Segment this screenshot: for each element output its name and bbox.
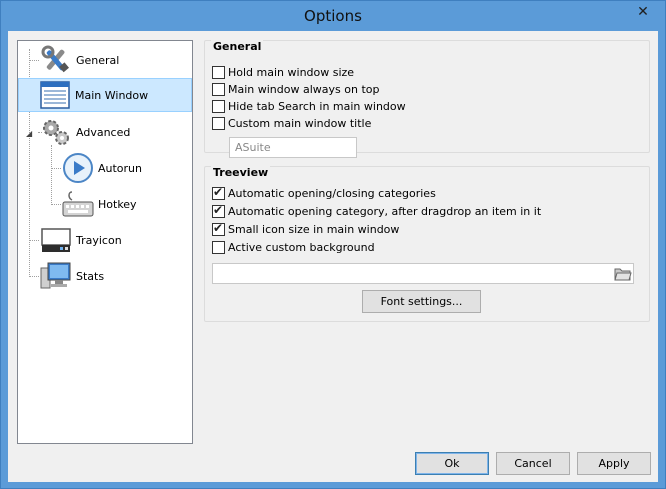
- close-icon: ✕: [637, 4, 649, 20]
- keyboard-icon: [62, 188, 94, 220]
- treeview-group-title: Treeview: [211, 166, 271, 179]
- monitor-icon: [40, 260, 72, 292]
- tree-connector-line: [29, 60, 39, 61]
- option-label: Small icon size in main window: [228, 222, 400, 236]
- tree-item-hotkey[interactable]: Hotkey: [62, 187, 190, 221]
- tree-item-label: Stats: [76, 269, 105, 283]
- tree-item-label: Autorun: [98, 161, 143, 175]
- tree-connector-line: [51, 168, 61, 169]
- treeview-group: Treeview Automatic opening/closing categ…: [204, 166, 650, 322]
- custom-window-title-option[interactable]: Custom main window title: [212, 115, 371, 131]
- option-label: Custom main window title: [228, 116, 372, 130]
- dialog-body: ◢ General Main Window Advanced Autorun H…: [8, 31, 658, 482]
- small-icon-size-option[interactable]: Small icon size in main window: [212, 221, 399, 237]
- tree-connector-line: [29, 276, 39, 277]
- tree-item-stats[interactable]: Stats: [40, 259, 190, 293]
- title-bar[interactable]: Options ✕: [1, 1, 665, 31]
- tree-item-label: Main Window: [75, 88, 149, 102]
- tree-item-label: General: [76, 53, 120, 67]
- tree-item-trayicon[interactable]: Trayicon: [40, 223, 190, 257]
- general-group-title: General: [211, 40, 264, 53]
- cancel-button[interactable]: Cancel: [496, 452, 570, 475]
- tree-item-label: Advanced: [76, 125, 131, 139]
- custom-background-option[interactable]: Active custom background: [212, 239, 375, 255]
- window-title-input[interactable]: ASuite: [229, 137, 357, 158]
- hide-tab-search-option[interactable]: Hide tab Search in main window: [212, 98, 406, 114]
- tree-item-general[interactable]: General: [40, 43, 190, 77]
- ok-button[interactable]: Ok: [415, 452, 489, 475]
- options-tree: ◢ General Main Window Advanced Autorun H…: [17, 40, 193, 444]
- window-title: Options: [304, 7, 362, 25]
- background-path-input[interactable]: [212, 263, 634, 284]
- checkbox[interactable]: [212, 116, 225, 130]
- folder-open-icon[interactable]: [614, 265, 632, 282]
- window-icon: [39, 79, 71, 111]
- tree-item-label: Trayicon: [76, 233, 122, 247]
- general-group: General Hold main window size Main windo…: [204, 40, 650, 158]
- option-label: Automatic opening category, after dragdr…: [228, 204, 542, 218]
- tools-icon: [40, 44, 72, 76]
- auto-open-close-categories-option[interactable]: Automatic opening/closing categories: [212, 185, 436, 201]
- checkbox[interactable]: [212, 65, 225, 79]
- hold-main-window-size-option[interactable]: Hold main window size: [212, 64, 354, 80]
- play-icon: [62, 152, 94, 184]
- expand-arrow-icon[interactable]: ◢: [26, 129, 32, 138]
- gears-icon: [40, 116, 72, 148]
- tray-icon: [40, 224, 72, 256]
- option-label: Hold main window size: [228, 65, 355, 79]
- font-settings-button[interactable]: Font settings...: [362, 290, 481, 313]
- checkbox[interactable]: [212, 221, 225, 236]
- auto-open-category-dragdrop-option[interactable]: Automatic opening category, after dragdr…: [212, 203, 541, 219]
- tree-item-label: Hotkey: [98, 197, 137, 211]
- tree-item-autorun[interactable]: Autorun: [62, 151, 190, 185]
- option-label: Hide tab Search in main window: [228, 99, 406, 113]
- checkbox[interactable]: [212, 240, 225, 254]
- tree-item-advanced[interactable]: Advanced: [40, 115, 190, 149]
- option-label: Automatic opening/closing categories: [228, 186, 436, 200]
- checkbox[interactable]: [212, 203, 225, 218]
- tree-item-main-window[interactable]: Main Window: [18, 78, 192, 112]
- checkbox[interactable]: [212, 99, 225, 113]
- apply-button[interactable]: Apply: [577, 452, 651, 475]
- option-label: Active custom background: [228, 240, 375, 254]
- checkbox[interactable]: [212, 82, 225, 96]
- option-label: Main window always on top: [228, 82, 380, 96]
- options-window: Options ✕ ◢ General Main Window Advanced…: [0, 0, 666, 489]
- close-button[interactable]: ✕: [627, 1, 659, 23]
- tree-connector-line: [29, 240, 39, 241]
- tree-connector-line: [51, 145, 52, 205]
- checkbox[interactable]: [212, 185, 225, 200]
- tree-connector-line: [51, 204, 61, 205]
- always-on-top-option[interactable]: Main window always on top: [212, 81, 379, 97]
